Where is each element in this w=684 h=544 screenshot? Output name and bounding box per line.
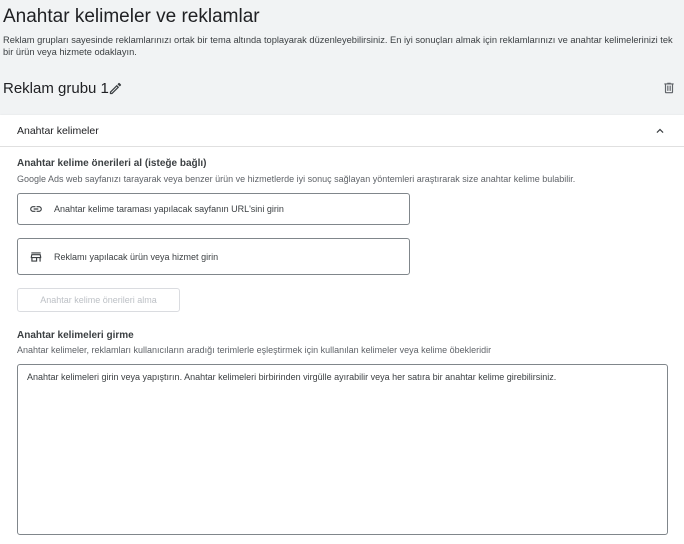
page-header: Anahtar kelimeler ve reklamlar Reklam gr… [3,6,681,58]
page-title: Anahtar kelimeler ve reklamlar [3,6,260,27]
keywords-panel-header[interactable]: Anahtar kelimeler [0,115,684,147]
url-input[interactable] [54,204,394,214]
product-input[interactable] [54,251,394,262]
ad-group-row: Reklam grubu 1 [3,78,679,100]
enter-keywords-title: Anahtar kelimeleri girme [17,330,134,341]
get-suggestions-button[interactable]: Anahtar kelime önerileri alma [17,288,180,312]
page-description: Reklam grupları sayesinde reklamlarınızı… [3,35,673,57]
chevron-up-icon[interactable] [653,124,667,138]
product-field[interactable] [17,238,410,275]
keywords-panel: Anahtar kelimeler Anahtar kelime önerile… [0,115,684,544]
link-icon [30,206,42,212]
keywords-textarea[interactable] [17,364,668,535]
enter-keywords-description: Anahtar kelimeler, reklamları kullanıcıl… [17,345,492,355]
store-icon [30,251,42,262]
trash-icon[interactable] [662,80,676,96]
ad-group-name: Reklam grubu 1 [3,80,109,97]
suggestions-title: Anahtar kelime önerileri al (isteğe bağl… [17,158,207,169]
pencil-icon[interactable] [108,81,123,96]
keywords-panel-title: Anahtar kelimeler [17,125,99,137]
suggestions-description: Google Ads web sayfanızı tarayarak veya … [17,174,576,184]
url-field[interactable] [17,193,410,225]
